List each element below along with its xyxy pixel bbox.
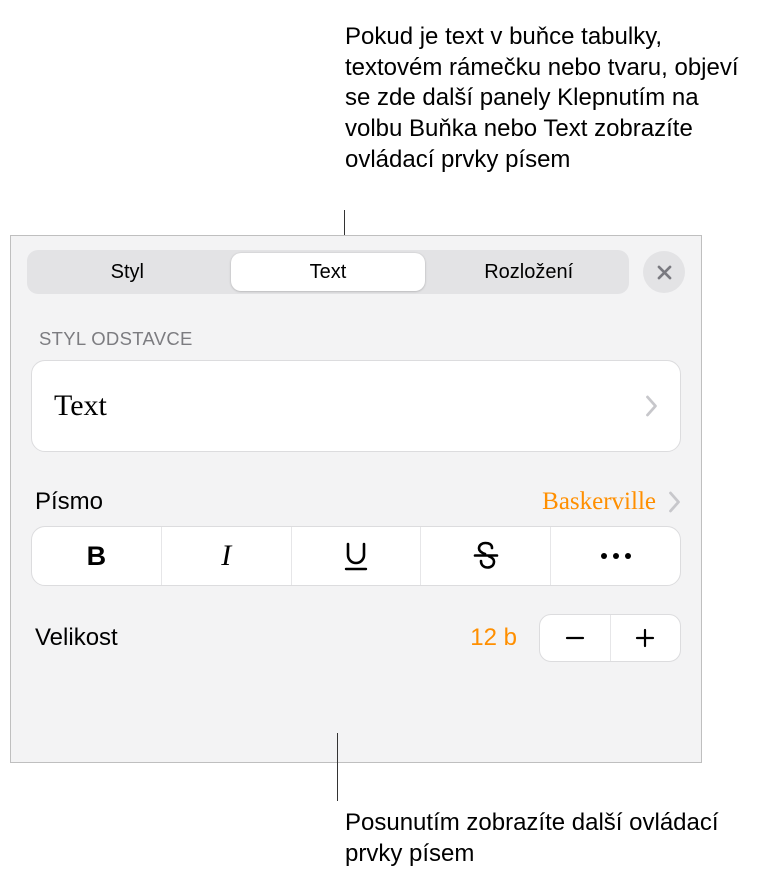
callout-top: Pokud je text v buňce tabulky, textovém … — [345, 22, 740, 176]
paragraph-style-name: Text — [54, 389, 107, 423]
paragraph-style-selector[interactable]: Text — [31, 360, 681, 452]
strikethrough-button[interactable] — [421, 527, 551, 585]
size-increase-button[interactable] — [610, 615, 681, 661]
italic-icon: I — [221, 539, 231, 573]
font-value-group: Baskerville — [542, 488, 681, 516]
plus-icon — [634, 627, 656, 649]
size-decrease-button[interactable] — [540, 615, 610, 661]
section-title: STYL ODSTAVCE — [11, 304, 701, 360]
font-value: Baskerville — [542, 488, 656, 516]
italic-button[interactable]: I — [162, 527, 292, 585]
text-style-bar: B I — [31, 526, 681, 586]
bold-icon: B — [87, 541, 107, 572]
size-row: Velikost 12 b — [35, 614, 681, 662]
format-panel: Styl Text Rozložení STYL ODSTAVCE Text P… — [10, 235, 702, 763]
strikethrough-icon — [472, 541, 500, 571]
size-stepper — [539, 614, 681, 662]
tab-segmented-control: Styl Text Rozložení — [27, 250, 629, 294]
chevron-right-icon — [645, 395, 658, 417]
bold-button[interactable]: B — [32, 527, 162, 585]
callout-bottom: Posunutím zobrazíte další ovládací prvky… — [345, 808, 740, 869]
underline-button[interactable] — [292, 527, 422, 585]
callout-leader-bottom — [337, 733, 338, 801]
font-label: Písmo — [35, 488, 103, 516]
size-label: Velikost — [35, 624, 454, 652]
size-value: 12 b — [470, 624, 517, 652]
tab-bar: Styl Text Rozložení — [11, 236, 701, 304]
tab-text[interactable]: Text — [231, 253, 426, 291]
minus-icon — [564, 627, 586, 649]
close-icon — [655, 263, 674, 282]
underline-icon — [342, 541, 370, 571]
more-icon — [599, 551, 633, 561]
chevron-right-icon — [668, 491, 681, 513]
tab-style[interactable]: Styl — [30, 253, 225, 291]
tab-layout[interactable]: Rozložení — [431, 253, 626, 291]
more-styles-button[interactable] — [551, 527, 680, 585]
font-row[interactable]: Písmo Baskerville — [35, 488, 681, 516]
close-button[interactable] — [643, 251, 685, 293]
